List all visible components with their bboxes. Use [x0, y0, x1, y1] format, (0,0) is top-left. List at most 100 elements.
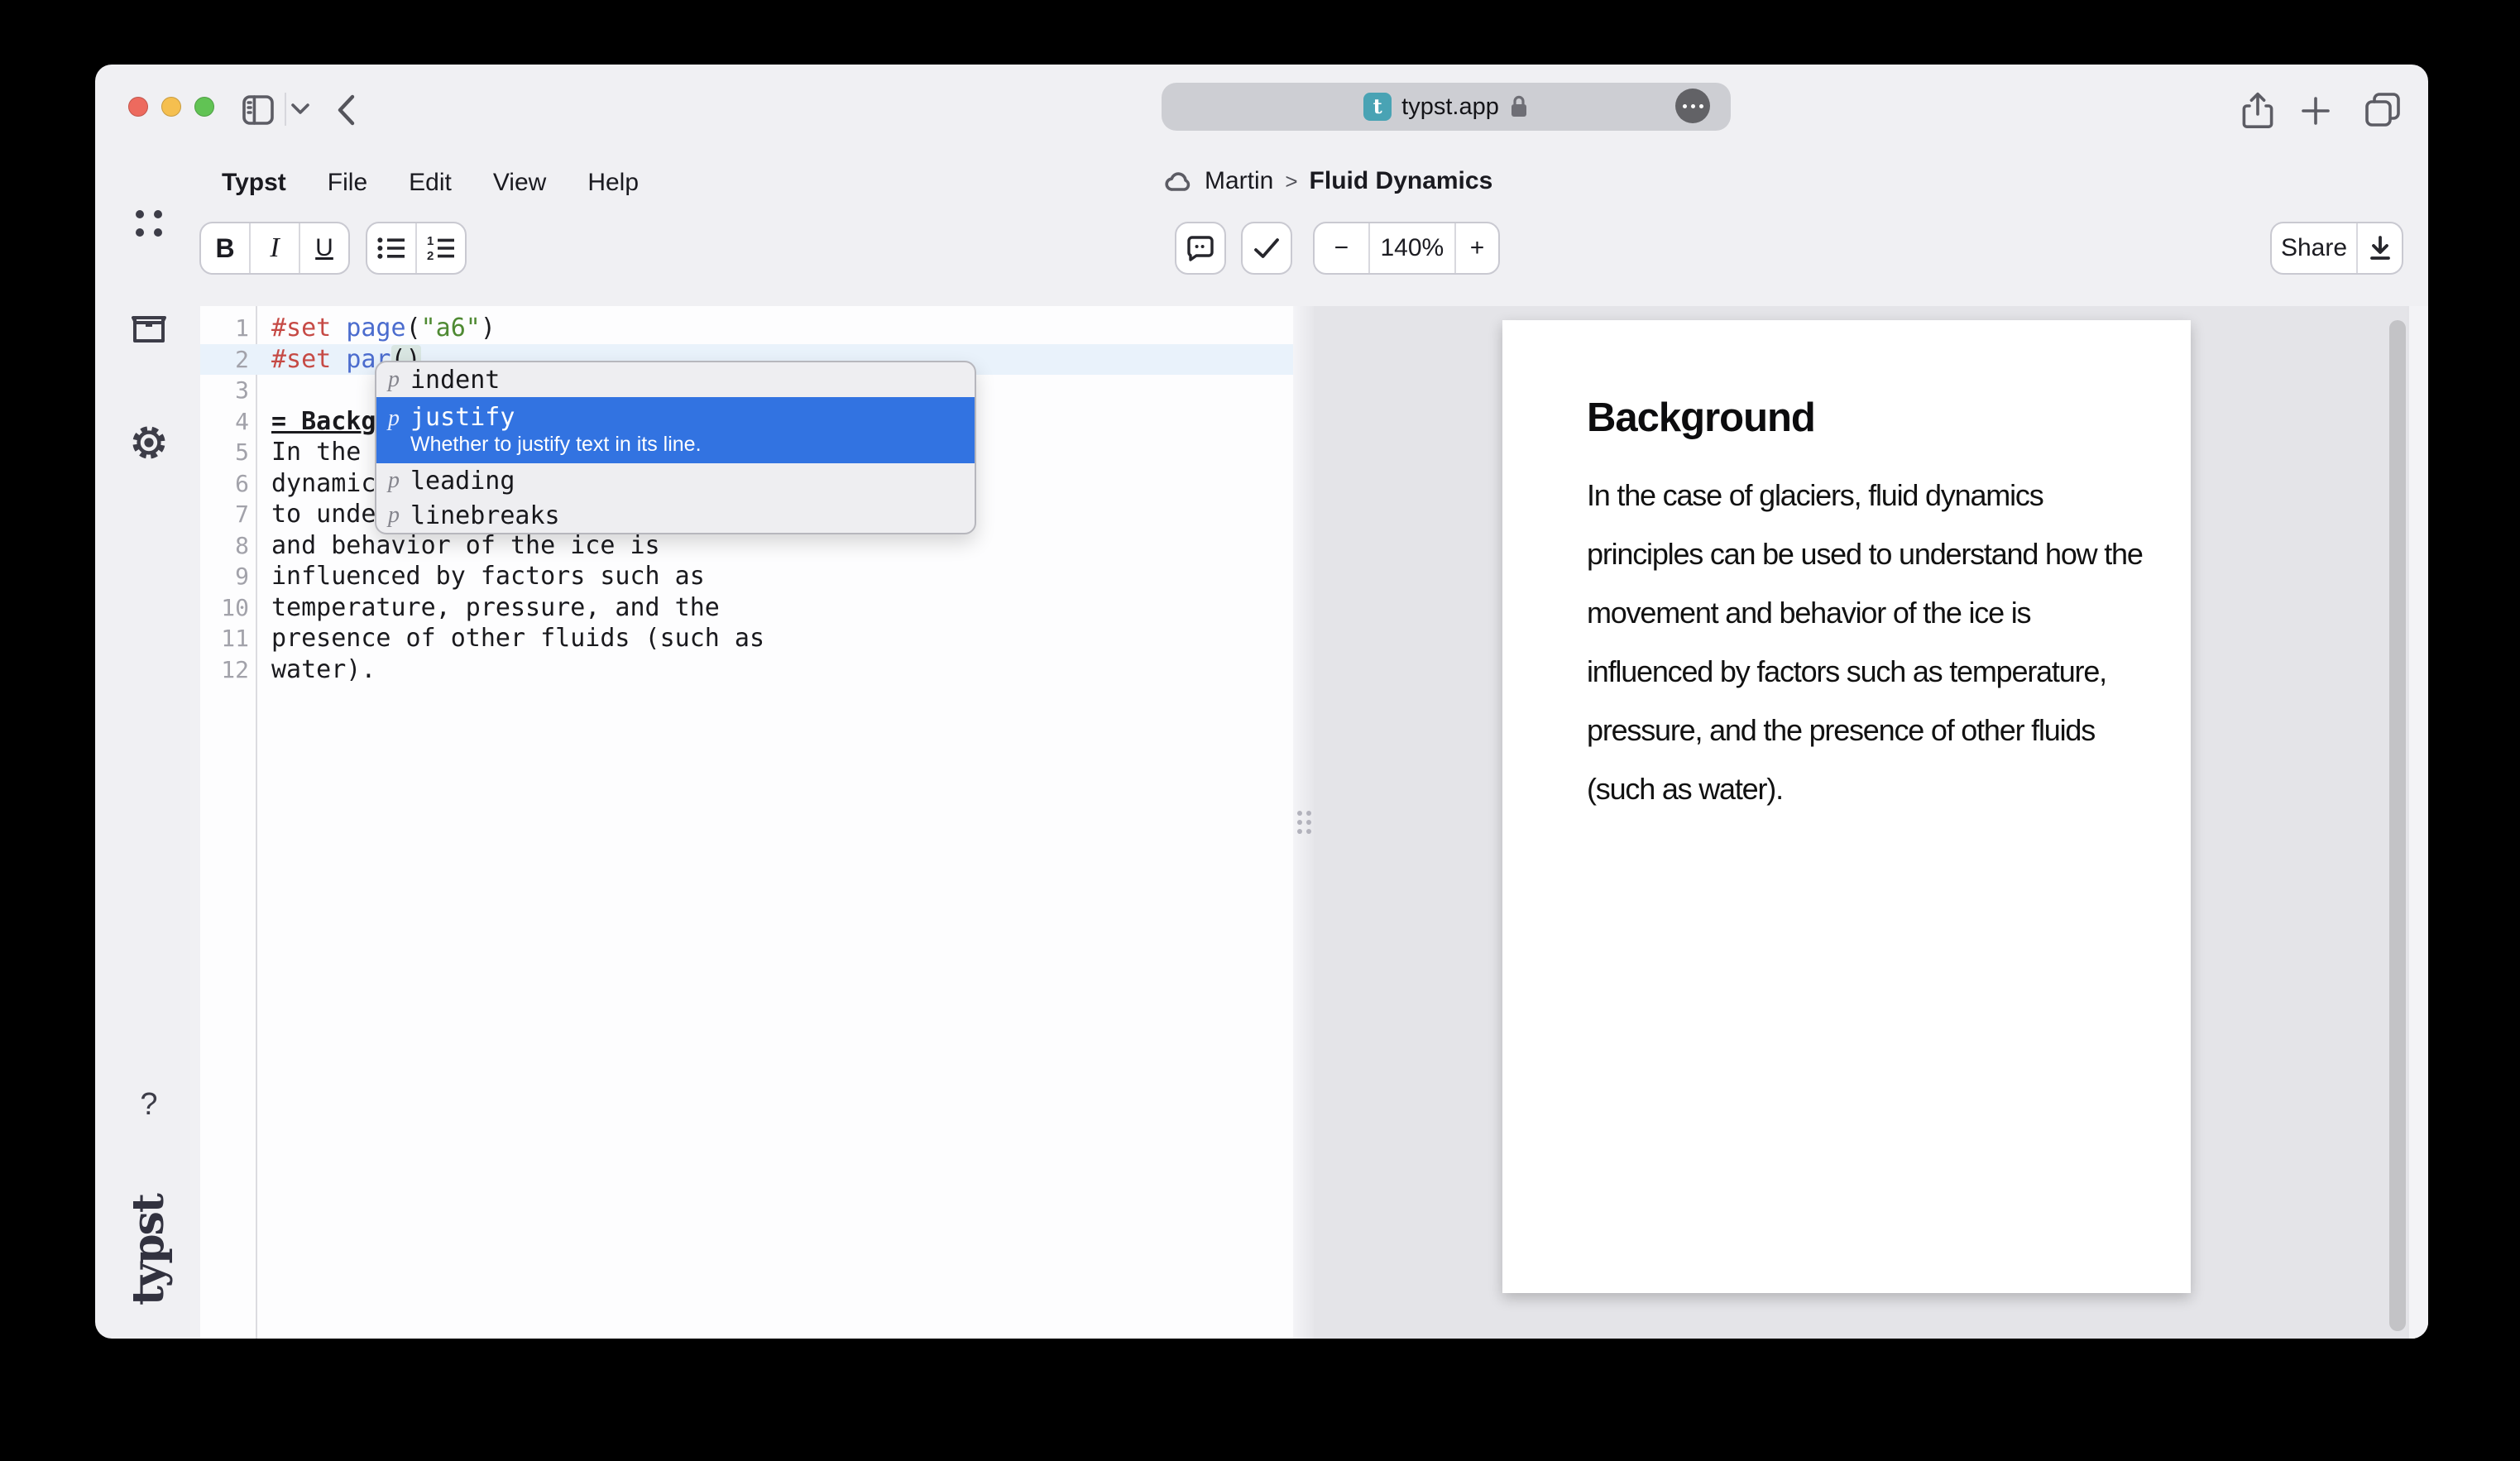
- preview-scrollbar-track[interactable]: [2407, 306, 2428, 1339]
- tab-overview-icon[interactable]: [2364, 91, 2402, 129]
- breadcrumb-owner[interactable]: Martin: [1205, 167, 1273, 195]
- editor-line[interactable]: 8 and behavior of the ice is: [200, 530, 1293, 562]
- code-token: #set: [271, 345, 331, 374]
- line-number: 7: [200, 499, 256, 530]
- minimize-button[interactable]: [161, 97, 181, 117]
- preview-paragraph-line: pressure, and the presence of other flui…: [1587, 701, 2143, 759]
- zoom-button[interactable]: [194, 97, 214, 117]
- preview-heading: Background: [1587, 395, 1815, 441]
- code-token: and behavior of the ice is: [271, 531, 660, 560]
- autocomplete-item-leading[interactable]: p leading: [376, 463, 975, 498]
- preview-paragraph: In the case of glaciers, fluid dynamicsp…: [1587, 466, 2143, 818]
- numbered-list-button[interactable]: 1 2: [415, 223, 465, 273]
- line-number: 8: [200, 530, 256, 562]
- menu-item-help[interactable]: Help: [587, 169, 639, 197]
- share-macos-icon[interactable]: [2240, 91, 2276, 131]
- breadcrumb-title: Fluid Dynamics: [1310, 167, 1493, 195]
- sidebar-toggle-icon[interactable]: [241, 93, 275, 127]
- autocomplete-item-justify[interactable]: p justifyWhether to justify text in its l…: [376, 397, 975, 463]
- line-number: 10: [200, 592, 256, 624]
- code-token: influenced by factors such as: [271, 562, 705, 591]
- editor-line[interactable]: 9 influenced by factors such as: [200, 561, 1293, 592]
- pane-splitter[interactable]: [1293, 306, 1314, 1339]
- param-kind-icon: p: [388, 405, 401, 432]
- autocomplete-label: leading: [410, 467, 515, 496]
- list-group: 1 2: [366, 222, 467, 275]
- code-token: "a6": [421, 314, 481, 342]
- cloud-icon: [1165, 170, 1193, 192]
- zoom-in-button[interactable]: +: [1454, 223, 1498, 273]
- param-kind-icon: p: [388, 366, 401, 393]
- line-number: 4: [200, 406, 256, 438]
- code-text: and behavior of the ice is: [256, 530, 660, 562]
- code-token: water).: [271, 655, 376, 684]
- code-text: water).: [256, 654, 376, 686]
- preview-paragraph-line: (such as water).: [1587, 759, 2143, 818]
- breadcrumb-separator: >: [1285, 169, 1297, 194]
- line-number: 12: [200, 654, 256, 686]
- gear-icon: [130, 424, 168, 462]
- editor-line[interactable]: 1#set page("a6"): [200, 313, 1293, 344]
- code-token: [331, 345, 346, 374]
- editor-line[interactable]: 10 temperature, pressure, and the: [200, 592, 1293, 624]
- menu-item-file[interactable]: File: [328, 169, 367, 197]
- svg-text:1: 1: [427, 235, 434, 248]
- code-text: [256, 375, 271, 406]
- tab-chevron-icon[interactable]: [290, 103, 310, 116]
- numbered-list-icon: 1 2: [426, 235, 456, 261]
- preview-pane[interactable]: Background In the case of glaciers, flui…: [1314, 306, 2428, 1339]
- menu-item-typst[interactable]: Typst: [222, 169, 286, 197]
- page-menu-ellipsis-icon[interactable]: [1675, 89, 1710, 123]
- breadcrumb[interactable]: Martin > Fluid Dynamics: [1165, 167, 1492, 195]
- help-button[interactable]: ?: [128, 1087, 170, 1123]
- preview-scrollbar-thumb[interactable]: [2389, 320, 2406, 1331]
- zoom-out-button[interactable]: −: [1315, 223, 1368, 273]
- bullet-list-button[interactable]: [367, 223, 415, 273]
- line-number: 5: [200, 437, 256, 468]
- close-button[interactable]: [128, 97, 148, 117]
- files-button[interactable]: [128, 314, 170, 344]
- menu-item-view[interactable]: View: [493, 169, 546, 197]
- compile-status-button[interactable]: [1243, 223, 1291, 273]
- preview-page: Background In the case of glaciers, flui…: [1502, 320, 2191, 1293]
- param-kind-icon: p: [388, 467, 401, 494]
- autocomplete-item-linebreaks[interactable]: plinebreaks: [376, 498, 975, 533]
- app-grid-button[interactable]: [128, 210, 170, 237]
- line-number: 9: [200, 561, 256, 592]
- lock-icon: [1509, 94, 1529, 119]
- menu-bar: Typst File Edit View Help: [222, 169, 639, 197]
- site-favicon: t: [1363, 93, 1392, 121]
- autocomplete-label: justify: [410, 403, 515, 432]
- share-group: Share: [2270, 222, 2403, 275]
- zoom-controls: − 140% +: [1313, 222, 1500, 275]
- param-kind-icon: p: [388, 502, 401, 529]
- autocomplete-popup: pindentpjustifyWhether to justify text i…: [375, 361, 976, 534]
- code-token: #set: [271, 314, 331, 342]
- settings-button[interactable]: [128, 424, 170, 462]
- compile-status-group: [1241, 222, 1292, 275]
- typst-logo: typst: [123, 1188, 175, 1312]
- address-bar[interactable]: t typst.app: [1162, 83, 1731, 131]
- line-number: 6: [200, 468, 256, 500]
- menu-item-edit[interactable]: Edit: [409, 169, 452, 197]
- back-icon[interactable]: [333, 93, 360, 127]
- code-token: temperature, pressure, and the: [271, 593, 720, 622]
- app-grid-icon: [136, 210, 162, 237]
- editor-line[interactable]: 12 water).: [200, 654, 1293, 686]
- autocomplete-item-indent[interactable]: pindent: [376, 362, 975, 397]
- svg-text:2: 2: [427, 249, 434, 261]
- italic-button[interactable]: I: [249, 223, 299, 273]
- new-tab-icon[interactable]: [2301, 96, 2331, 126]
- bold-button[interactable]: B: [201, 223, 249, 273]
- download-button[interactable]: [2356, 223, 2402, 273]
- autocomplete-description: Whether to justify text in its line.: [388, 432, 975, 457]
- comment-button[interactable]: [1176, 223, 1224, 273]
- line-number: 2: [200, 344, 256, 376]
- code-token: page: [346, 314, 405, 342]
- share-button[interactable]: Share: [2272, 223, 2356, 273]
- drag-handle-icon: [1297, 811, 1311, 834]
- editor-line[interactable]: 11presence of other fluids (such as: [200, 623, 1293, 654]
- zoom-level[interactable]: 140%: [1368, 223, 1454, 273]
- line-number: 11: [200, 623, 256, 654]
- underline-button[interactable]: U: [299, 223, 348, 273]
